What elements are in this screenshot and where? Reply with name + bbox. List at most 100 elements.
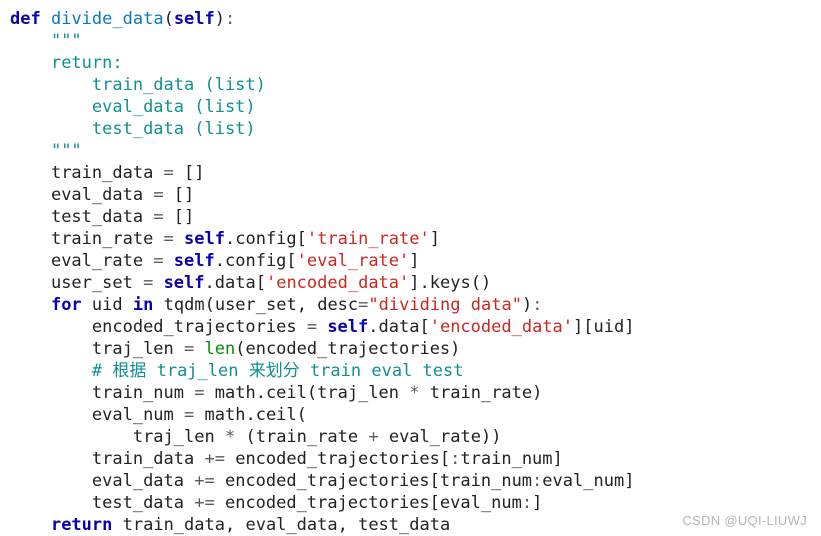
method-ceil: ceil <box>256 405 297 425</box>
string-literal: "dividing data" <box>368 295 522 315</box>
plus-assign: += <box>194 449 235 469</box>
slice-end: train_num <box>460 449 552 469</box>
keyword-in: in <box>133 295 153 315</box>
assign: = <box>184 383 215 403</box>
method-ceil: ceil <box>266 383 307 403</box>
identifier: encoded_trajectories <box>235 449 440 469</box>
kwarg-name: desc <box>317 295 358 315</box>
attribute: config <box>225 251 286 271</box>
colon: : <box>532 295 542 315</box>
docstring-open: """ <box>51 31 82 51</box>
return-value: eval_data <box>245 515 337 535</box>
self-ref: self <box>174 251 215 271</box>
identifier: train_data <box>92 449 194 469</box>
dot: . <box>420 273 430 293</box>
paren-open: ( <box>471 273 481 293</box>
identifier: encoded_trajectories <box>225 493 430 513</box>
comment: # 根据 traj_len 来划分 train eval test <box>92 361 464 381</box>
comma: , <box>225 515 245 535</box>
dot: . <box>215 251 225 271</box>
paren-close: ) <box>532 383 542 403</box>
arg: traj_len <box>133 427 215 447</box>
bracket-close: ] <box>430 229 440 249</box>
slice-colon: : <box>522 493 532 513</box>
bracket-close: ] <box>409 273 419 293</box>
identifier: encoded_trajectories <box>92 317 297 337</box>
space <box>123 295 133 315</box>
identifier: eval_data <box>92 471 184 491</box>
identifier: traj_len <box>92 339 174 359</box>
string-literal: 'encoded_data' <box>430 317 573 337</box>
arg: traj_len <box>317 383 399 403</box>
self-ref: self <box>327 317 368 337</box>
slice-start: eval_num <box>440 493 522 513</box>
arg: train_rate <box>256 427 358 447</box>
module-math: math <box>215 383 256 403</box>
space <box>215 427 225 447</box>
self-ref: self <box>164 273 205 293</box>
builtin-len: len <box>205 339 236 359</box>
keyword-return: return <box>51 515 112 535</box>
docstring-line: test_data (list) <box>92 119 256 139</box>
empty-list: [] <box>184 163 204 183</box>
identifier: eval_rate <box>51 251 143 271</box>
identifier: test_data <box>92 493 184 513</box>
self-param: self <box>174 9 215 29</box>
method-call: keys <box>430 273 471 293</box>
paren-open: ( <box>164 9 174 29</box>
space <box>41 9 51 29</box>
paren-close: ) <box>522 295 532 315</box>
bracket-open: [ <box>419 317 429 337</box>
bracket-close: ] <box>624 317 634 337</box>
docstring-line: train_data (list) <box>92 75 266 95</box>
assign: = <box>174 405 205 425</box>
bracket-open: [ <box>430 471 440 491</box>
paren-close: ) <box>481 427 491 447</box>
paren-open: ( <box>235 339 245 359</box>
plus-assign: += <box>184 471 225 491</box>
assign: = <box>143 185 174 205</box>
identifier: encoded_trajectories <box>225 471 430 491</box>
identifier: train_data <box>51 163 153 183</box>
dot: . <box>205 273 215 293</box>
identifier: train_num <box>92 383 184 403</box>
space <box>399 383 409 403</box>
star: * <box>409 383 419 403</box>
paren-close: ) <box>450 339 460 359</box>
bracket-open: [ <box>297 229 307 249</box>
bracket-close: ] <box>573 317 583 337</box>
comma: , <box>338 515 358 535</box>
paren-open: ( <box>205 295 215 315</box>
paren-open: ( <box>297 405 307 425</box>
assign: = <box>143 207 174 227</box>
comma: , <box>297 295 317 315</box>
space <box>153 295 163 315</box>
space <box>420 383 430 403</box>
arg: user_set <box>215 295 297 315</box>
index-var: uid <box>594 317 625 337</box>
bracket-open: [ <box>583 317 593 337</box>
space <box>379 427 389 447</box>
empty-list: [] <box>174 207 194 227</box>
function-name: divide_data <box>51 9 164 29</box>
string-literal: 'eval_rate' <box>297 251 410 271</box>
identifier: test_data <box>51 207 143 227</box>
bracket-close: ] <box>624 471 634 491</box>
arg: eval_rate <box>389 427 481 447</box>
empty-list: [] <box>174 185 194 205</box>
loop-var: uid <box>92 295 123 315</box>
docstring-line: return: <box>51 53 123 73</box>
identifier: user_set <box>51 273 133 293</box>
paren-close: ) <box>215 9 225 29</box>
watermark-text: CSDN @UQI-LIUWJ <box>682 513 807 528</box>
dot: . <box>245 405 255 425</box>
plus: + <box>368 427 378 447</box>
bracket-close: ] <box>553 449 563 469</box>
equals: = <box>358 295 368 315</box>
bracket-open: [ <box>256 273 266 293</box>
assign: = <box>153 229 184 249</box>
attribute: config <box>235 229 296 249</box>
module-math: math <box>205 405 246 425</box>
space <box>112 515 122 535</box>
assign: = <box>153 163 184 183</box>
